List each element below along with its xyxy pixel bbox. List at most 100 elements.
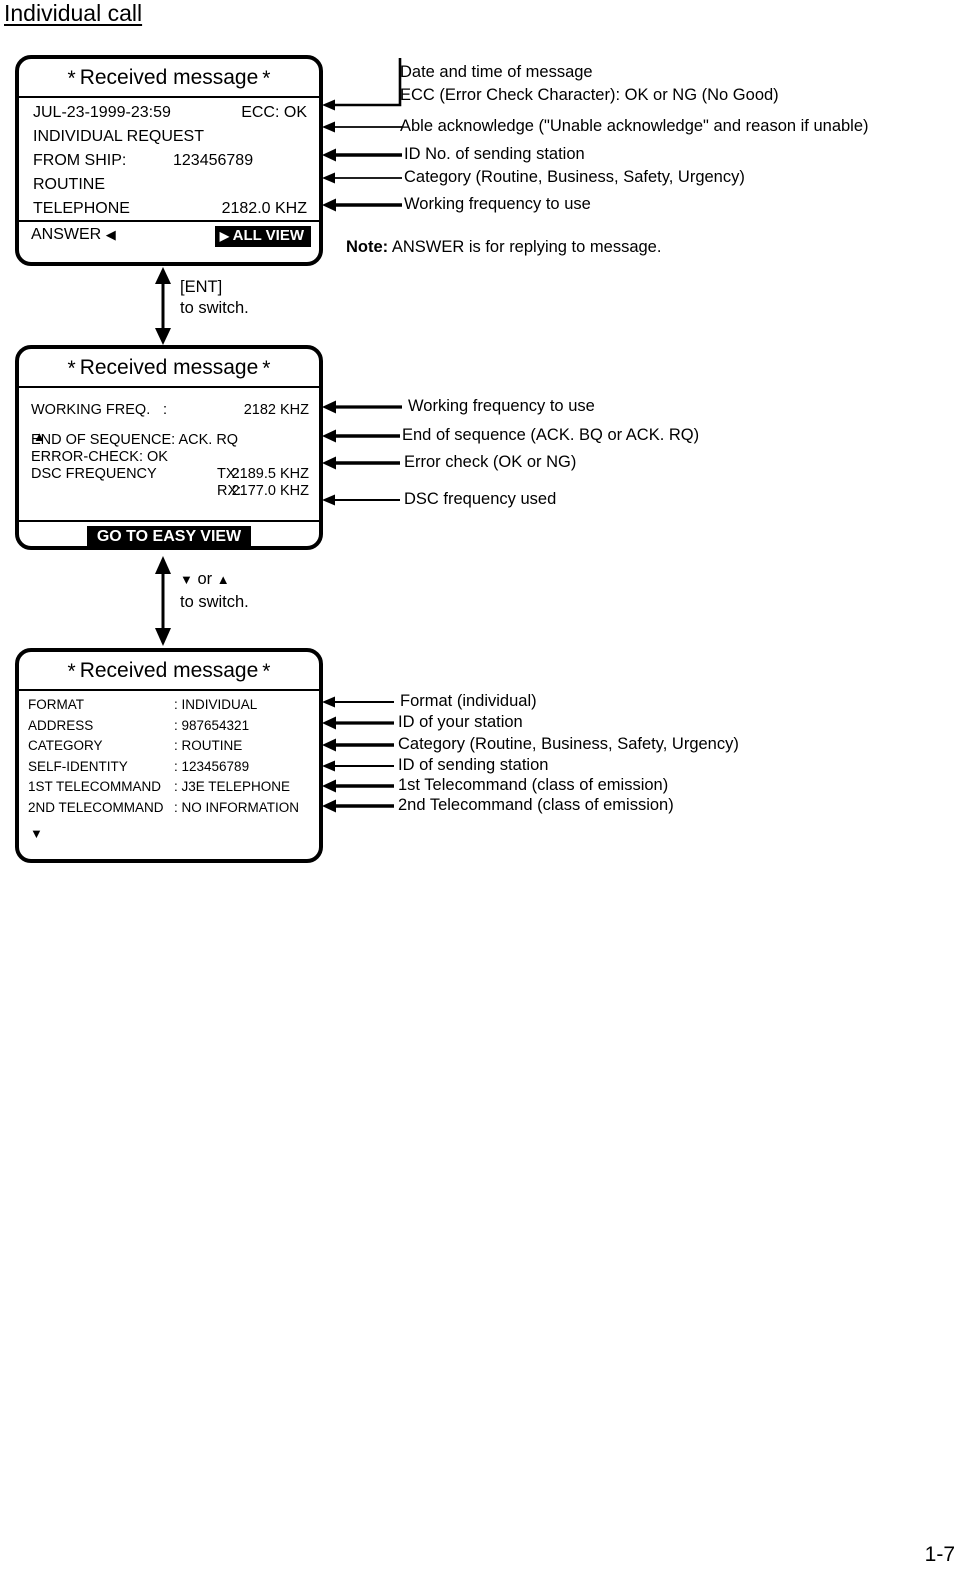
panel1-row-acknowledge: INDIVIDUAL REQUEST (33, 125, 307, 149)
panel3-row-category: CATEGORY : ROUTINE (28, 736, 317, 757)
panel1-category-value: ROUTINE (33, 176, 105, 193)
annotation-p2-working-frequency: Working frequency to use (408, 397, 595, 415)
panel3-annotations: Format (individual) ID of your station C… (322, 692, 882, 818)
annotation-p3-sending-station-id: ID of sending station (398, 756, 549, 774)
lcd-panel-easy-view: * Received message * JUL-23-1999-23:59 ECC… (15, 55, 323, 266)
panel1-from-ship-label: FROM SHIP: (33, 152, 127, 169)
annotation-sending-station-id: ID No. of sending station (404, 145, 585, 163)
panel1-ecc-value: ECC: OK (241, 104, 307, 121)
up-triangle-icon: ▲ (216, 572, 230, 587)
panel1-row-telephone: TELEPHONE 2182.0 KHZ (33, 197, 307, 221)
panel3-2nd-telecommand-value: : NO INFORMATION (174, 799, 299, 815)
page-title: Individual call (4, 0, 143, 26)
connector-scroll-label-line2: to switch. (180, 593, 249, 611)
panel1-from-ship-value: 123456789 (173, 152, 254, 169)
note-body: ANSWER is for replying to message. (388, 238, 662, 256)
panel3-row-1st-telecommand: 1ST TELECOMMAND : J3E TELEPHONE (28, 777, 317, 798)
answer-softkey[interactable]: ANSWER ◀ (31, 226, 116, 243)
right-triangle-icon: ▶ (219, 229, 229, 243)
panel2-row-dsc-tx: DSC FREQUENCY TX: 2189.5 KHZ (31, 466, 311, 483)
answer-softkey-label: ANSWER (31, 226, 102, 243)
scroll-down-triangle-icon[interactable]: ▼ (28, 818, 317, 840)
go-to-easy-view-softkey[interactable]: GO TO EASY VIEW (86, 526, 252, 548)
panel3-format-label: FORMAT (28, 697, 84, 712)
panel3-row-format: FORMAT : INDIVIDUAL (28, 695, 317, 716)
panel1-acknowledge-value: INDIVIDUAL REQUEST (33, 128, 204, 145)
annotation-category: Category (Routine, Business, Safety, Urg… (404, 168, 745, 186)
panel1-datetime-value: JUL-23-1999-23:59 (33, 104, 171, 121)
connector-ent-label-line2: to switch. (180, 299, 249, 317)
panel3-row-address: ADDRESS : 987654321 (28, 716, 317, 737)
panel1-annotations: Date and time of message ECC (Error Chec… (322, 58, 973, 268)
annotation-ecc: ECC (Error Check Character): OK or NG (N… (400, 86, 779, 104)
panel2-softkey-bar: GO TO EASY VIEW (19, 520, 319, 551)
panel3-2nd-telecommand-label: 2ND TELECOMMAND (28, 799, 164, 815)
panel1-row-category: ROUTINE (33, 173, 307, 197)
asterisk-icon: * (67, 357, 76, 380)
panel2-working-freq-label: WORKING FREQ. (31, 402, 151, 418)
panel2-body: ▲ WORKING FREQ. : 2182 KHZ END OF SEQUEN… (19, 402, 319, 520)
annotation-date-time: Date and time of message (400, 63, 593, 81)
asterisk-icon: * (67, 660, 76, 683)
all-view-softkey-label: ALL VIEW (232, 227, 304, 244)
panel2-title-bar: * Received message * (19, 349, 319, 388)
panel3-1st-telecommand-label: 1ST TELECOMMAND (28, 779, 162, 794)
asterisk-icon: * (67, 67, 76, 90)
panel2-dsc-tx-value: 2189.5 KHZ (231, 466, 309, 482)
panel2-dsc-rx-value: 2177.0 KHZ (231, 483, 309, 499)
connector-scroll-label-line1: ▼ or ▲ (180, 569, 230, 590)
annotation-p3-format: Format (individual) (400, 692, 537, 710)
annotation-p3-your-station-id: ID of your station (398, 713, 523, 731)
asterisk-icon: * (262, 357, 271, 380)
panel3-row-self-identity: SELF-IDENTITY : 123456789 (28, 757, 317, 778)
note-prefix: Note: (346, 238, 389, 256)
panel3-self-identity-label: SELF-IDENTITY (28, 758, 128, 774)
panel2-working-freq-colon: : (163, 402, 168, 418)
panel1-note: Note: ANSWER is for replying to message. (346, 238, 661, 257)
panel1-body: JUL-23-1999-23:59 ECC: OK INDIVIDUAL REQ… (19, 98, 319, 220)
panel1-title-text: Received message (79, 66, 259, 89)
annotation-p3-1st-telecommand: 1st Telecommand (class of emission) (398, 776, 669, 794)
annotation-p2-dsc-frequency: DSC frequency used (404, 490, 557, 508)
panel3-title-bar: * Received message * (19, 652, 319, 691)
annotation-working-frequency: Working frequency to use (404, 195, 591, 213)
panel2-error-check-text: ERROR-CHECK: OK (31, 449, 168, 465)
panel2-end-of-sequence-text: END OF SEQUENCE: ACK. RQ (31, 432, 239, 448)
annotation-p3-2nd-telecommand: 2nd Telecommand (class of emission) (398, 796, 674, 814)
panel3-format-value: : INDIVIDUAL (174, 697, 258, 712)
panel3-1st-telecommand-value: : J3E TELEPHONE (174, 779, 291, 794)
lcd-panel-all-view-1: * Received message * ▲ WORKING FREQ. : 218… (15, 345, 323, 550)
panel2-row-error-check: ERROR-CHECK: OK (31, 449, 311, 466)
connector-ent-label-line1: [ENT] (180, 278, 223, 296)
panel3-category-value: : ROUTINE (174, 738, 243, 753)
annotation-p3-category: Category (Routine, Business, Safety, Urg… (398, 735, 739, 753)
down-triangle-icon: ▼ (180, 572, 193, 587)
panel2-title-text: Received message (79, 356, 259, 379)
panel1-row-from-ship: FROM SHIP: 123456789 (33, 149, 307, 173)
panel3-address-label: ADDRESS (28, 717, 94, 733)
lcd-panel-all-view-2: * Received message * FORMAT : INDIVIDUAL A… (15, 648, 323, 863)
left-triangle-icon: ◀ (105, 227, 116, 242)
panel1-working-frequency-value: 2182.0 KHZ (221, 200, 307, 217)
panel3-category-label: CATEGORY (28, 738, 103, 753)
panel2-dsc-frequency-label: DSC FREQUENCY (31, 466, 157, 482)
asterisk-icon: * (262, 660, 271, 683)
panel2-annotations: Working frequency to use End of sequence… (322, 388, 822, 518)
asterisk-icon: * (262, 67, 271, 90)
panel3-address-value: : 987654321 (174, 717, 250, 733)
panel3-body: FORMAT : INDIVIDUAL ADDRESS : 987654321 … (19, 691, 319, 863)
panel1-softkey-bar: ANSWER ◀ ▶ ALL VIEW (19, 220, 319, 251)
panel3-self-identity-value: : 123456789 (174, 758, 250, 774)
panel1-row-datetime: JUL-23-1999-23:59 ECC: OK (33, 101, 307, 125)
panel2-working-freq-value: 2182 KHZ (243, 402, 309, 418)
panel2-row-end-of-sequence: END OF SEQUENCE: ACK. RQ (31, 432, 311, 449)
page-number: 1-7 (924, 1543, 955, 1566)
annotation-p2-end-of-sequence: End of sequence (ACK. BQ or ACK. RQ) (402, 426, 700, 444)
annotation-able-acknowledge: Able acknowledge ("Unable acknowledge" a… (400, 117, 869, 135)
connector-or-text: or (197, 570, 213, 588)
all-view-softkey[interactable]: ▶ ALL VIEW (214, 226, 311, 247)
panel2-row-working-freq: WORKING FREQ. : 2182 KHZ (31, 402, 311, 419)
panel3-title-text: Received message (79, 659, 259, 682)
panel1-title-bar: * Received message * (19, 59, 319, 98)
annotation-p2-error-check: Error check (OK or NG) (404, 453, 577, 471)
